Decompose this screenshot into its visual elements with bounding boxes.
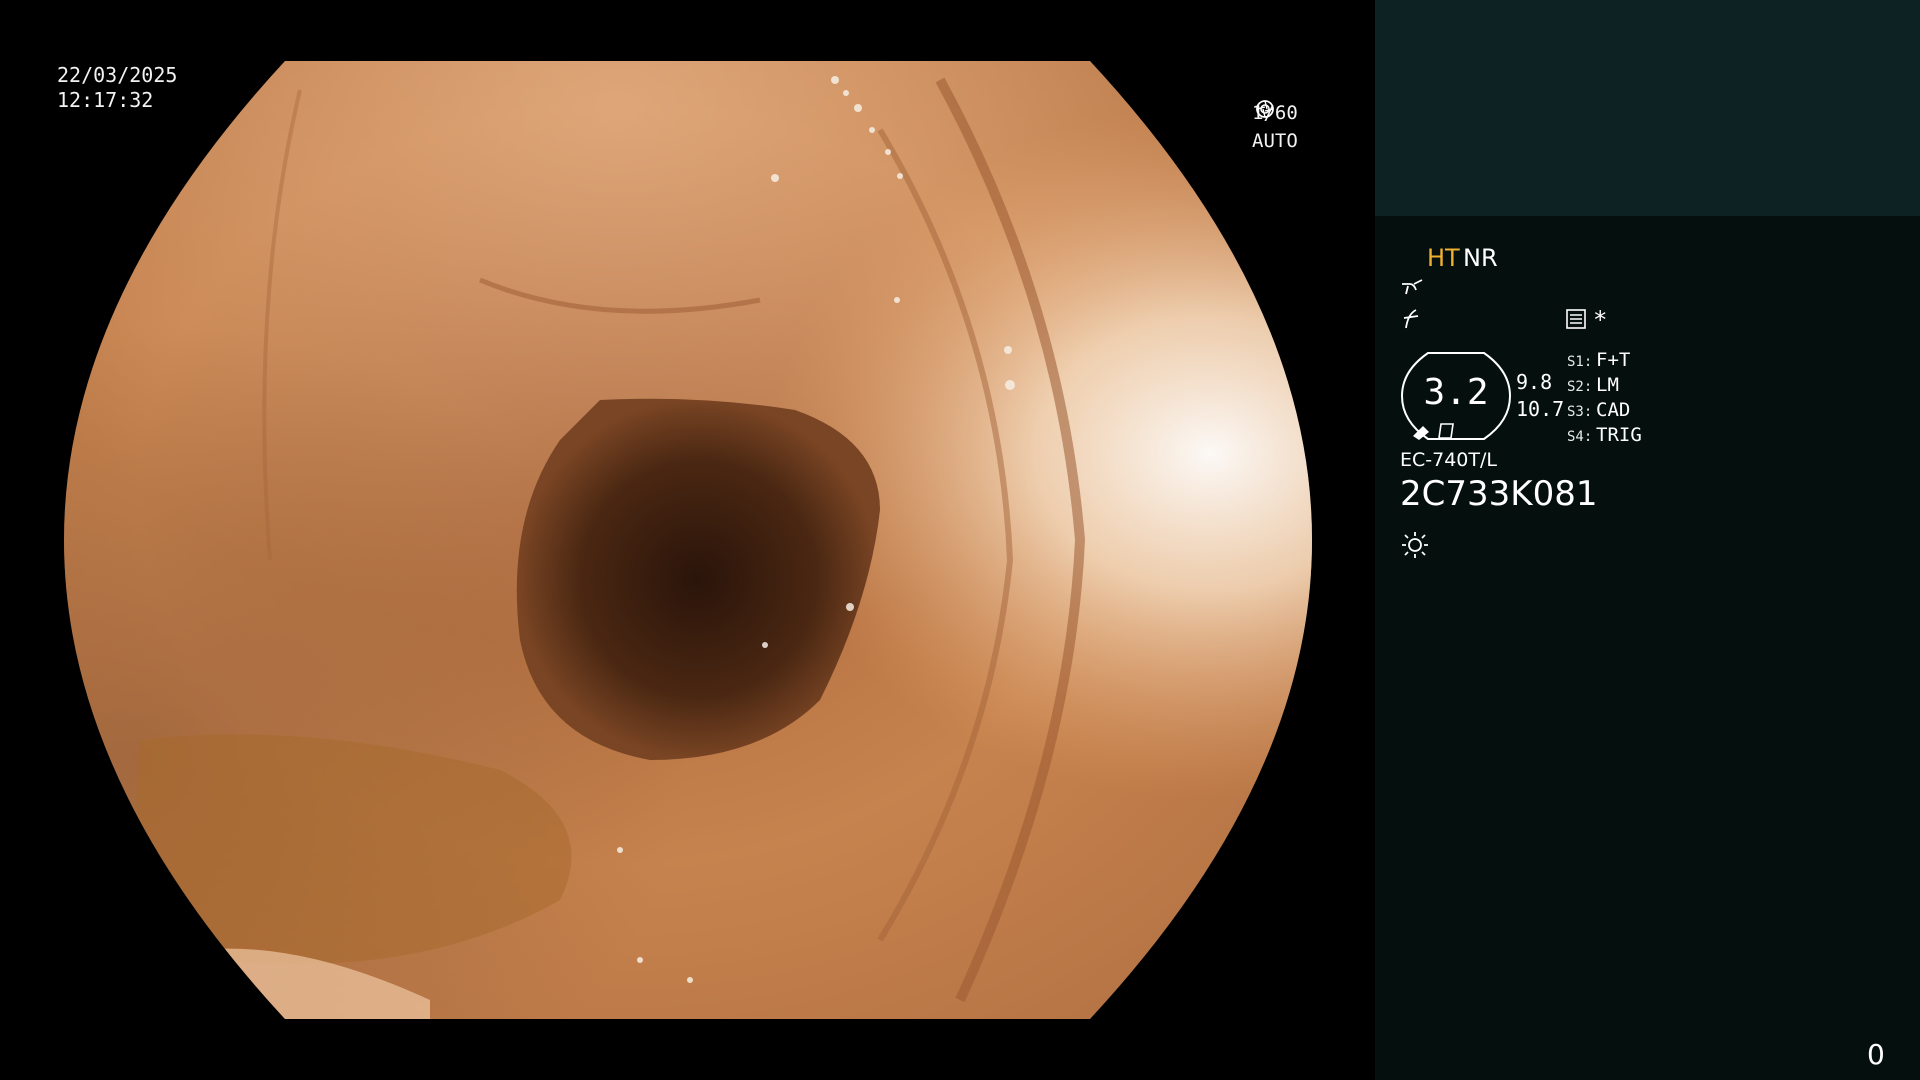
value-a-readout: 9.8	[1516, 370, 1553, 394]
status-panel: HT NR * 3.2 9.8 10.7 S1: F+T S2: LM S3: …	[1375, 0, 1920, 1080]
endoscopic-image	[64, 61, 1312, 1019]
date-text: 22/03/2025	[57, 63, 178, 87]
panel-header-area	[1375, 0, 1920, 216]
switch-3-label: S3:	[1567, 404, 1593, 420]
image-counter: 0	[1867, 1038, 1885, 1071]
switch-2-label: S2:	[1567, 379, 1593, 395]
electronic-zoom-icon	[1413, 423, 1454, 440]
auto-exposure-icon	[1256, 100, 1274, 118]
nr-mode-label: NR	[1463, 244, 1498, 272]
switch-1-label: S1:	[1567, 354, 1593, 370]
switch-4-value: TRIG	[1596, 424, 1642, 446]
switch-4-label: S4:	[1567, 429, 1593, 445]
ht-mode-label: HT	[1427, 244, 1460, 272]
exposure-readout: 1/60 AUTO	[1252, 99, 1298, 155]
light-source-icon	[1402, 532, 1428, 558]
endoscope-image-area: 22/03/2025 12:17:32 1/60 AUTO	[0, 0, 1375, 1080]
value-b-readout: 10.7	[1516, 397, 1565, 421]
settings-list-icon	[1566, 309, 1586, 329]
date-time-readout: 22/03/2025 12:17:32	[57, 63, 177, 113]
structure-enhance-icon	[1403, 309, 1419, 329]
serial-number-text: 2C733K081	[1400, 474, 1598, 514]
zoom-level-value: 3.2	[1423, 372, 1489, 413]
switch-2-value: LM	[1596, 374, 1619, 396]
enhancement-curve-icon	[1402, 279, 1423, 295]
time-text: 12:17:32	[57, 88, 154, 112]
switch-3-value: CAD	[1596, 399, 1631, 421]
scope-model-text: EC-740T/L	[1400, 449, 1497, 471]
exposure-mode-text: AUTO	[1252, 130, 1298, 152]
asterisk-indicator: *	[1593, 306, 1608, 334]
switch-1-value: F+T	[1596, 349, 1631, 371]
